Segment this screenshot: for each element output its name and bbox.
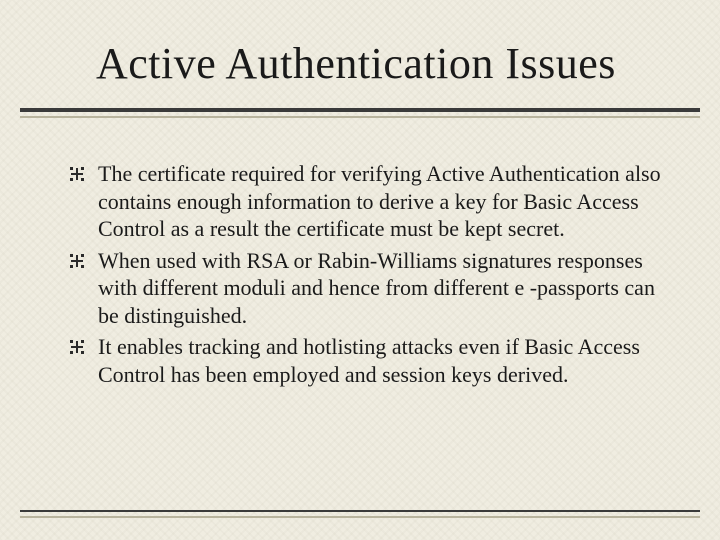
slide: Active Authentication Issues The certifi…	[0, 0, 720, 540]
list-item: It enables tracking and hotlisting attac…	[70, 333, 680, 388]
list-item: The certificate required for verifying A…	[70, 160, 680, 243]
list-item: When used with RSA or Rabin-Williams sig…	[70, 247, 680, 330]
bullet-text: The certificate required for verifying A…	[98, 160, 680, 243]
footer-divider-light	[20, 516, 700, 518]
bullet-icon	[70, 340, 90, 359]
slide-title: Active Authentication Issues	[96, 38, 616, 89]
bullet-icon	[70, 254, 90, 273]
title-divider-light	[20, 116, 700, 118]
bullet-icon	[70, 167, 90, 186]
footer-divider-dark	[20, 510, 700, 512]
bullet-text: When used with RSA or Rabin-Williams sig…	[98, 247, 680, 330]
bullet-text: It enables tracking and hotlisting attac…	[98, 333, 680, 388]
bullet-list: The certificate required for verifying A…	[70, 160, 680, 392]
title-divider-dark	[20, 108, 700, 112]
